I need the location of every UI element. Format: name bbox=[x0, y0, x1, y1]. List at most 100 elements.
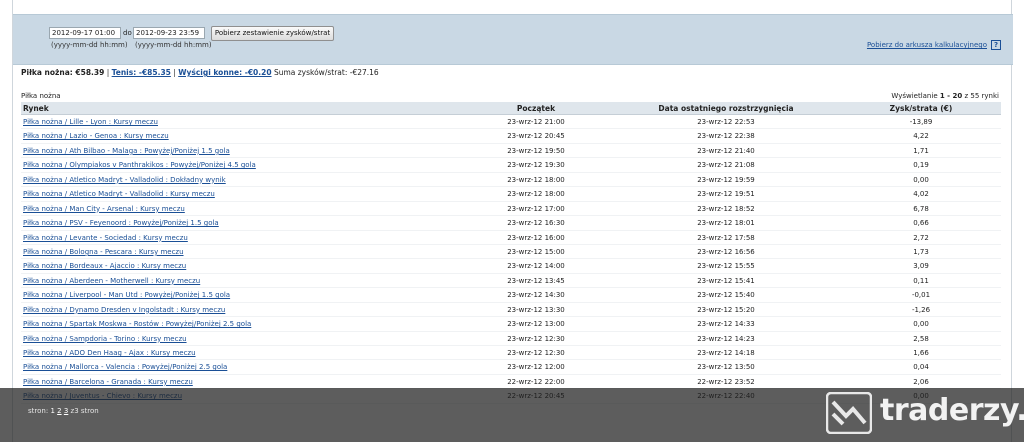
column-header-start[interactable]: Początek bbox=[461, 102, 611, 114]
column-header-market[interactable]: Rynek bbox=[21, 102, 461, 114]
settled-cell: 23-wrz-12 22:53 bbox=[697, 118, 755, 126]
market-link[interactable]: Piłka nożna / Spartak Moskwa - Rostów : … bbox=[23, 320, 251, 328]
start-cell: 23-wrz-12 19:50 bbox=[507, 146, 565, 155]
market-cell: Piłka nożna / Dynamo Dresden v Ingolstad… bbox=[21, 303, 461, 316]
start-cell: 23-wrz-12 21:00 bbox=[507, 118, 565, 126]
football-total: Piłka nożna: €58.39 bbox=[21, 68, 105, 77]
column-header-settled[interactable]: Data ostatniego rozstrzygnięcia bbox=[611, 102, 841, 114]
market-link[interactable]: Piłka nożna / Levante - Sociedad : Kursy… bbox=[23, 234, 188, 242]
date-to-input[interactable]: 2012-09-23 23:59 bbox=[133, 27, 205, 39]
settled-cell: 23-wrz-12 19:59 bbox=[697, 175, 755, 184]
summary-bar: Piłka nożna: €58.39 | Tenis: -€85.35 | W… bbox=[21, 68, 379, 77]
market-link[interactable]: Piłka nożna / PSV - Feyenoord : Powyżej/… bbox=[23, 219, 219, 227]
table-row: Piłka nożna / Liverpool - Man Utd : Powy… bbox=[21, 288, 1001, 303]
market-cell: Piłka nożna / Bologna - Pescara : Kursy … bbox=[21, 245, 461, 258]
results-count-prefix: Wyświetlanie bbox=[891, 92, 938, 100]
section-title: Piłka nożna bbox=[21, 92, 61, 100]
market-link[interactable]: Piłka nożna / ADO Den Haag - Ajax : Kurs… bbox=[23, 349, 196, 357]
market-link[interactable]: Piłka nożna / Atletico Madryt - Valladol… bbox=[23, 176, 226, 184]
market-cell: Piłka nożna / Levante - Sociedad : Kursy… bbox=[21, 231, 461, 244]
settled-cell: 23-wrz-12 19:51 bbox=[697, 190, 755, 199]
table-row: Piłka nożna / Sampdoria - Torino : Kursy… bbox=[21, 332, 1001, 346]
start-cell: 23-wrz-12 14:30 bbox=[507, 291, 565, 300]
date-from-input[interactable]: 2012-09-17 01:00 bbox=[49, 27, 121, 39]
market-link[interactable]: Piłka nożna / Aberdeen - Motherwell : Ku… bbox=[23, 277, 200, 285]
market-cell: Piłka nożna / Liverpool - Man Utd : Powy… bbox=[21, 288, 461, 301]
markets-table: Rynek Początek Data ostatniego rozstrzyg… bbox=[21, 102, 1001, 404]
settled-cell: 23-wrz-12 14:33 bbox=[697, 320, 755, 329]
market-cell: Piłka nożna / Lille - Lyon : Kursy meczu bbox=[21, 115, 461, 128]
horse-racing-total-link[interactable]: Wyścigi konne: -€0.20 bbox=[178, 68, 271, 77]
settled-cell: 22-wrz-12 23:52 bbox=[697, 377, 755, 386]
settled-cell: 23-wrz-12 14:18 bbox=[697, 349, 755, 357]
profit-loss-cell: 4,22 bbox=[913, 132, 929, 141]
market-cell: Piłka nożna / PSV - Feyenoord : Powyżej/… bbox=[21, 216, 461, 229]
page-frame: 2012-09-17 01:00 do 2012-09-23 23:59 (yy… bbox=[12, 0, 1013, 442]
settled-cell: 23-wrz-12 17:58 bbox=[697, 233, 755, 242]
market-link[interactable]: Piłka nożna / Mallorca - Valencia : Powy… bbox=[23, 363, 227, 371]
fetch-report-button[interactable]: Pobierz zestawienie zysków/strat bbox=[211, 26, 334, 41]
settled-cell: 23-wrz-12 14:23 bbox=[697, 334, 755, 343]
profit-loss-cell: 2,72 bbox=[913, 233, 929, 242]
pagination-current-page: 1 bbox=[50, 407, 55, 415]
export-spreadsheet-link[interactable]: Pobierz do arkusza kalkulacyjnego bbox=[867, 41, 987, 49]
start-cell: 23-wrz-12 12:30 bbox=[507, 334, 565, 343]
market-link[interactable]: Piłka nożna / Olympiakos v Panthrakikos … bbox=[23, 161, 256, 169]
start-cell: 23-wrz-12 12:30 bbox=[507, 349, 565, 357]
market-cell: Piłka nożna / ADO Den Haag - Ajax : Kurs… bbox=[21, 346, 461, 359]
market-link[interactable]: Piłka nożna / Liverpool - Man Utd : Powy… bbox=[23, 291, 230, 299]
market-link[interactable]: Piłka nożna / Dynamo Dresden v Ingolstad… bbox=[23, 306, 225, 314]
pagination-label: stron: bbox=[28, 407, 49, 415]
start-cell: 23-wrz-12 18:00 bbox=[507, 175, 565, 184]
table-row: Piłka nożna / PSV - Feyenoord : Powyżej/… bbox=[21, 216, 1001, 231]
table-row: Piłka nożna / Levante - Sociedad : Kursy… bbox=[21, 231, 1001, 245]
column-header-profit-loss[interactable]: Zysk/strata (€) bbox=[841, 102, 1001, 114]
start-cell: 23-wrz-12 13:30 bbox=[507, 305, 565, 314]
tennis-total-link[interactable]: Tenis: -€85.35 bbox=[112, 68, 171, 77]
results-count-range: 1 - 20 bbox=[939, 92, 963, 100]
market-link[interactable]: Piłka nożna / Barcelona - Granada : Kurs… bbox=[23, 378, 193, 386]
separator: | bbox=[173, 68, 176, 77]
table-row: Piłka nożna / Atletico Madryt - Valladol… bbox=[21, 173, 1001, 188]
table-row: Piłka nożna / Olympiakos v Panthrakikos … bbox=[21, 158, 1001, 173]
settled-cell: 23-wrz-12 15:40 bbox=[697, 291, 755, 300]
table-row: Piłka nożna / Ath Bilbao - Malaga : Powy… bbox=[21, 144, 1001, 159]
market-link[interactable]: Piłka nożna / Ath Bilbao - Malaga : Powy… bbox=[23, 147, 230, 155]
start-cell: 23-wrz-12 20:45 bbox=[507, 132, 565, 141]
market-cell: Piłka nożna / Spartak Moskwa - Rostów : … bbox=[21, 317, 461, 330]
market-cell: Piłka nożna / Ath Bilbao - Malaga : Powy… bbox=[21, 144, 461, 157]
separator: | bbox=[106, 68, 110, 77]
profit-loss-cell: 1,66 bbox=[913, 349, 929, 357]
date-to-label: do bbox=[123, 29, 132, 37]
settled-cell: 23-wrz-12 15:20 bbox=[697, 305, 755, 314]
start-cell: 23-wrz-12 14:00 bbox=[507, 262, 565, 271]
help-icon[interactable]: ? bbox=[991, 40, 1001, 50]
market-link[interactable]: Piłka nożna / Atletico Madryt - Valladol… bbox=[23, 190, 215, 198]
table-row: Piłka nożna / ADO Den Haag - Ajax : Kurs… bbox=[21, 346, 1001, 361]
market-cell: Piłka nożna / Mallorca - Valencia : Powy… bbox=[21, 360, 461, 373]
overall-total-label: Suma zysków/strat: bbox=[273, 68, 348, 77]
market-link[interactable]: Piłka nożna / Man City - Arsenal : Kursy… bbox=[23, 205, 185, 213]
market-cell: Piłka nożna / Sampdoria - Torino : Kursy… bbox=[21, 332, 461, 345]
pagination-page-2[interactable]: 2 bbox=[57, 407, 61, 415]
pagination-page-3[interactable]: 3 bbox=[64, 407, 68, 415]
traderzy-logo-icon bbox=[826, 392, 872, 434]
profit-loss-cell: -0,01 bbox=[911, 291, 931, 300]
market-link[interactable]: Piłka nożna / Bologna - Pescara : Kursy … bbox=[23, 248, 184, 256]
overall-total-value: -€27.16 bbox=[349, 68, 379, 77]
profit-loss-cell: 1,73 bbox=[913, 247, 929, 256]
profit-loss-cell: 3,09 bbox=[913, 262, 929, 271]
market-link[interactable]: Piłka nożna / Lazio - Genoa : Kursy mecz… bbox=[23, 132, 169, 140]
profit-loss-cell: 0,00 bbox=[913, 175, 929, 184]
market-link[interactable]: Piłka nożna / Bordeaux - Ajaccio : Kursy… bbox=[23, 262, 186, 270]
market-link[interactable]: Piłka nożna / Lille - Lyon : Kursy meczu bbox=[23, 118, 158, 126]
table-row: Piłka nożna / Man City - Arsenal : Kursy… bbox=[21, 202, 1001, 217]
start-cell: 23-wrz-12 13:00 bbox=[507, 320, 565, 329]
settled-cell: 23-wrz-12 13:50 bbox=[697, 363, 755, 372]
profit-loss-cell: 6,78 bbox=[913, 204, 929, 213]
market-link[interactable]: Piłka nożna / Sampdoria - Torino : Kursy… bbox=[23, 335, 187, 343]
settled-cell: 23-wrz-12 21:40 bbox=[697, 146, 755, 155]
pagination-total: z3 stron bbox=[70, 407, 99, 415]
market-cell: Piłka nożna / Olympiakos v Panthrakikos … bbox=[21, 158, 461, 171]
table-row: Piłka nożna / Lazio - Genoa : Kursy mecz… bbox=[21, 129, 1001, 144]
